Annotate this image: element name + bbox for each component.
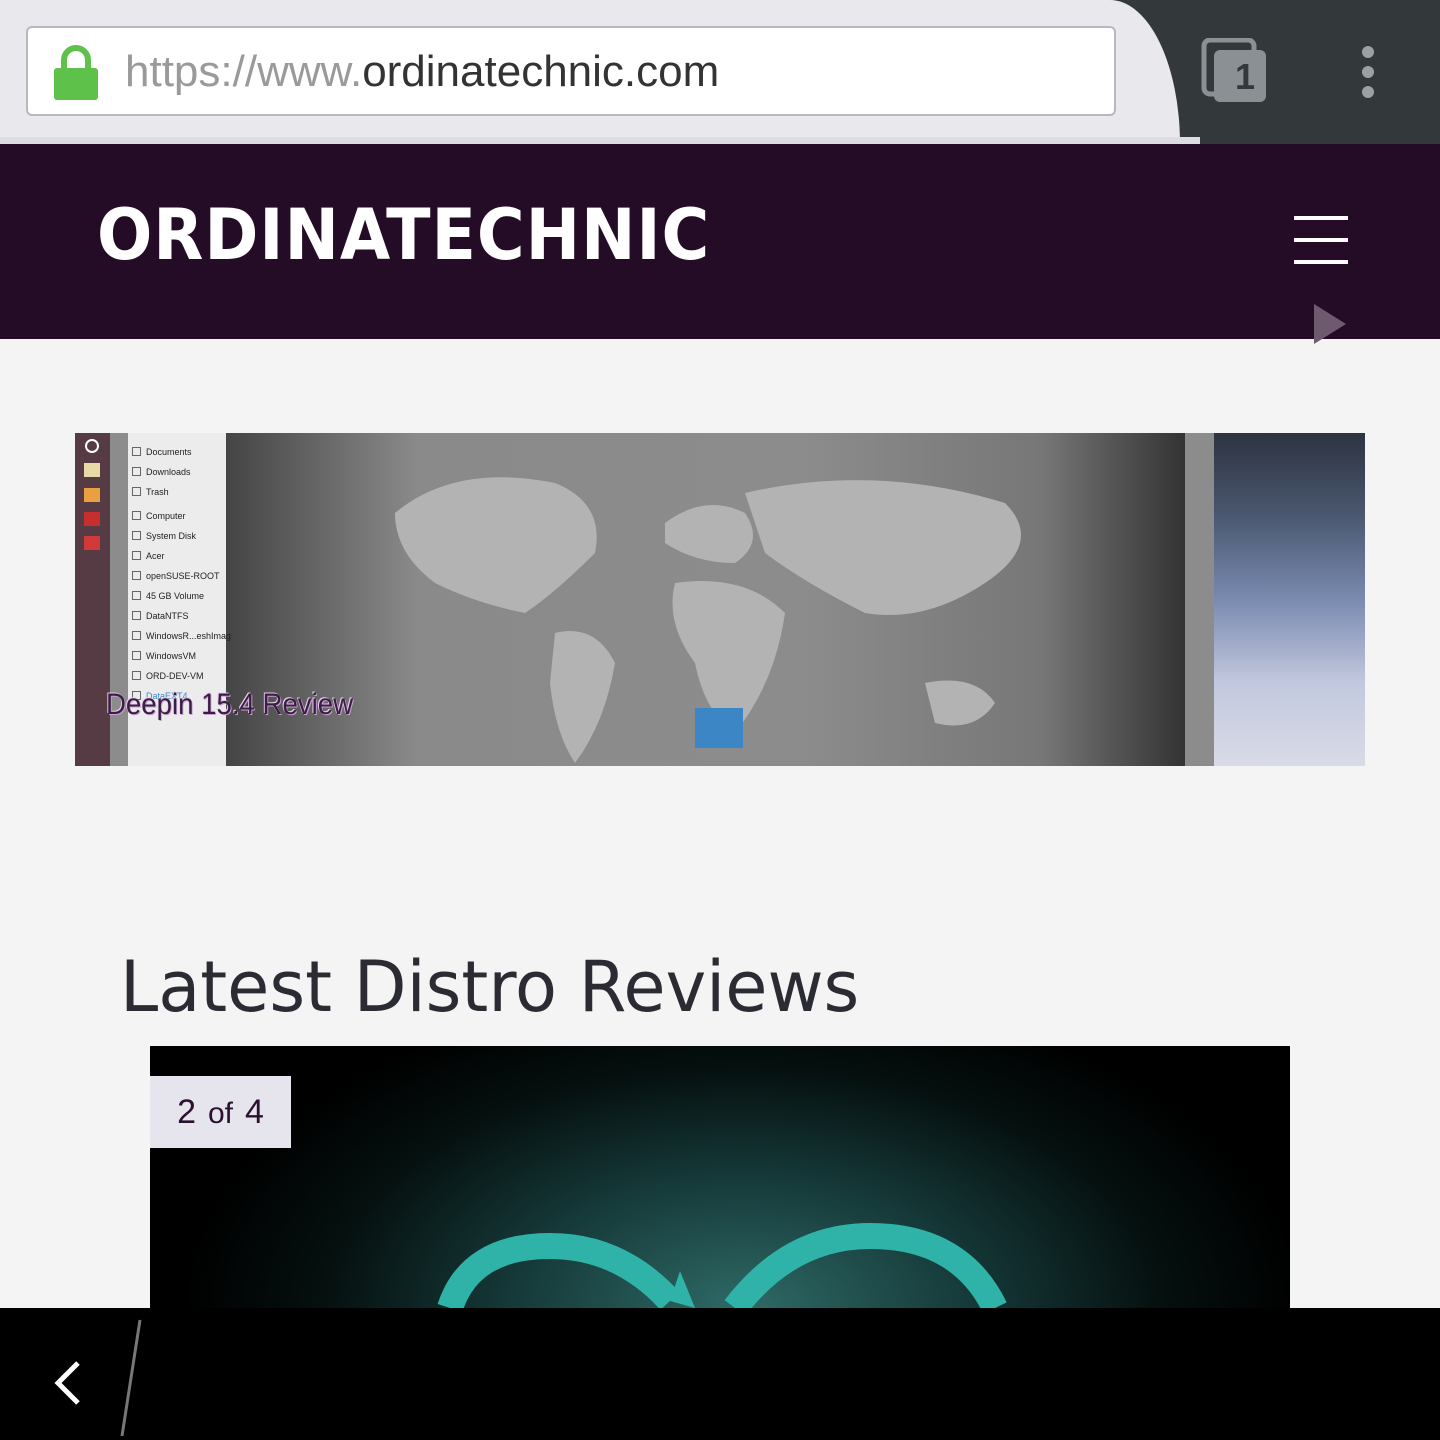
dock-icons <box>84 439 100 550</box>
reviews-carousel[interactable]: 2 of 4 <box>150 1046 1290 1308</box>
file-item: Trash <box>132 487 169 497</box>
file-item: Downloads <box>132 467 191 477</box>
url-scheme: https://www. <box>125 47 363 96</box>
menu-indicator-arrow <box>1314 304 1346 344</box>
file-item: WindowsVM <box>132 651 196 661</box>
world-map-graphic <box>395 477 1021 763</box>
file-item: System Disk <box>132 531 196 541</box>
system-bottom-bar <box>0 1308 1440 1440</box>
section-heading: Latest Distro Reviews <box>120 946 860 1028</box>
file-item: ORD-DEV-VM <box>132 671 204 681</box>
featured-article-banner[interactable]: Documents Downloads Trash Computer Syste… <box>75 433 1365 766</box>
overflow-menu-icon[interactable] <box>1350 46 1386 100</box>
hamburger-menu-icon[interactable] <box>1294 216 1350 268</box>
infinity-logo-graphic <box>437 1222 1007 1308</box>
file-item: 45 GB Volume <box>132 591 204 601</box>
hero-landscape-photo <box>1214 433 1365 766</box>
tab-count: 1 <box>1234 56 1256 97</box>
site-logo-title[interactable]: ORDINATECHNIC <box>97 194 710 276</box>
url-bar[interactable]: https://www.ordinatechnic.com <box>26 26 1116 116</box>
tab-switcher-button[interactable]: 1 <box>1200 38 1270 104</box>
hero-world-map <box>225 433 1185 766</box>
bar-divider <box>120 1319 142 1437</box>
file-item: openSUSE-ROOT <box>132 571 220 581</box>
url-text[interactable]: https://www.ordinatechnic.com <box>125 28 719 116</box>
file-item: Acer <box>132 551 165 561</box>
site-header: ORDINATECHNIC <box>0 144 1440 344</box>
file-item: Computer <box>132 511 186 521</box>
back-icon[interactable] <box>48 1348 88 1418</box>
featured-article-caption[interactable]: Deepin 15.4 Review <box>106 688 353 722</box>
browser-toolbar: https://www.ordinatechnic.com 1 <box>0 0 1440 144</box>
slide-of: of <box>207 1097 234 1130</box>
slide-total: 4 <box>245 1093 264 1131</box>
slide-current: 2 <box>177 1093 196 1131</box>
url-domain: ordinatechnic.com <box>362 47 720 96</box>
toolbar-divider <box>0 137 1200 144</box>
slide-counter: 2 of 4 <box>150 1076 291 1148</box>
file-item: WindowsR...eshImag <box>132 631 231 641</box>
file-item: DataNTFS <box>132 611 189 621</box>
lock-icon[interactable] <box>54 44 98 100</box>
file-item: Documents <box>132 447 192 457</box>
